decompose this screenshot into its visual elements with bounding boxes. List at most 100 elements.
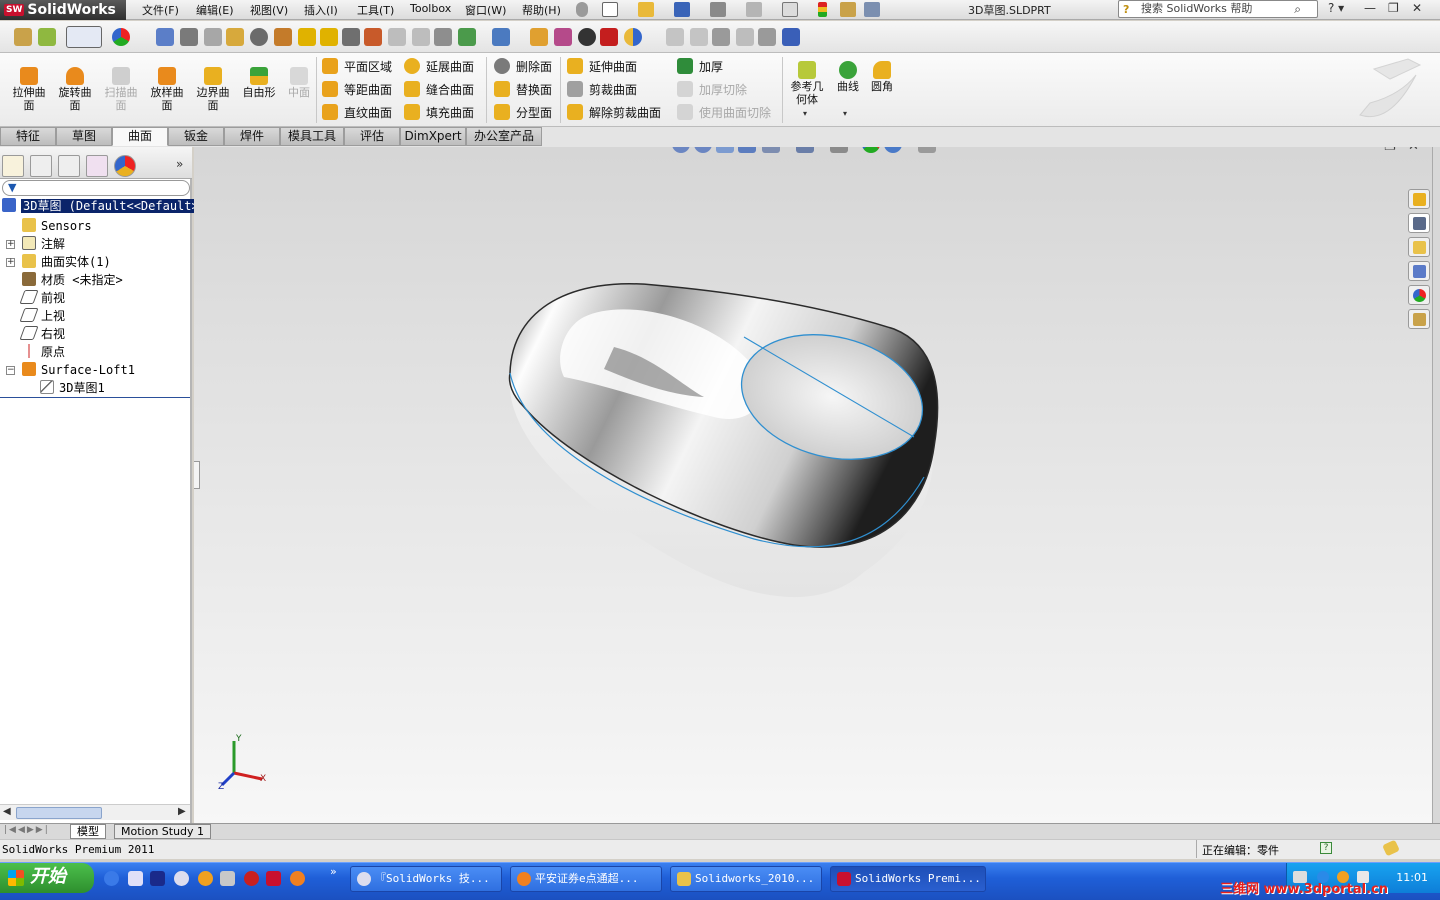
geometry-analysis-icon[interactable]: [320, 28, 338, 46]
anchor-icon[interactable]: [150, 871, 165, 886]
viewport-minimize-button[interactable]: —: [1360, 147, 1373, 154]
feature-tree-tab-icon[interactable]: [2, 155, 24, 177]
extend-surface-button[interactable]: 延伸曲面: [567, 58, 637, 75]
custom-properties-button[interactable]: [1408, 309, 1430, 329]
tab-motion-study[interactable]: Motion Study 1: [114, 824, 212, 839]
dimxpert-manager-tab-icon[interactable]: [86, 155, 108, 177]
print-icon[interactable]: [710, 2, 726, 17]
options-icon[interactable]: [864, 2, 880, 17]
property-manager-tab-icon[interactable]: [30, 155, 52, 177]
help-dropdown-icon[interactable]: ? ▾: [1328, 1, 1344, 15]
trim-surface-button[interactable]: 剪裁曲面: [567, 81, 637, 98]
solidworks-resources-button[interactable]: [1408, 189, 1430, 209]
boundary-surface-button[interactable]: 边界曲面: [192, 67, 234, 112]
tab-evaluate[interactable]: 评估: [344, 127, 400, 146]
tab-sketch[interactable]: 草图: [56, 127, 112, 146]
browser-icon[interactable]: [174, 871, 189, 886]
tree-item-surface-loft1[interactable]: Surface-Loft1: [22, 361, 135, 379]
menu-file[interactable]: 文件(F): [142, 2, 179, 18]
taskbar-button-folder[interactable]: Solidworks_2010...: [670, 866, 822, 892]
start-button[interactable]: 开始: [0, 863, 94, 893]
menu-insert[interactable]: 插入(I): [304, 2, 338, 18]
scroll-right-icon[interactable]: ▶: [178, 806, 186, 817]
tree-item-front-plane[interactable]: 前视: [19, 289, 65, 307]
taskbar-button-solidworks[interactable]: SolidWorks Premi...: [830, 866, 986, 892]
zoom-to-area-icon[interactable]: [694, 147, 712, 153]
open-folder-icon[interactable]: [638, 2, 654, 17]
zoom-to-fit-icon[interactable]: [672, 147, 690, 153]
expand-panel-icon[interactable]: »: [176, 157, 183, 171]
zebra-stripes-icon[interactable]: [554, 28, 572, 46]
rollback-bar[interactable]: [0, 397, 190, 398]
undo-icon[interactable]: [746, 2, 762, 17]
outlook-icon[interactable]: [128, 871, 143, 886]
tab-sheet-metal[interactable]: 钣金: [168, 127, 224, 146]
view-settings-icon[interactable]: [918, 147, 936, 153]
rebuild-tag-icon[interactable]: [1382, 839, 1400, 857]
mid-surface-button[interactable]: 中面: [282, 67, 316, 99]
expand-toggle[interactable]: +: [6, 258, 15, 267]
solidworks-logo[interactable]: SW SolidWorks: [0, 0, 126, 20]
file-properties-icon[interactable]: [840, 2, 856, 17]
viewport-close-button[interactable]: ✕: [1408, 147, 1419, 154]
symmetry-check-icon[interactable]: [600, 28, 618, 46]
edit-appearance-icon[interactable]: [862, 147, 880, 153]
tab-model[interactable]: 模型: [70, 824, 106, 839]
quicklaunch-more-icon[interactable]: »: [330, 865, 337, 878]
part-icon[interactable]: [38, 28, 56, 46]
scroll-left-icon[interactable]: ◀: [3, 806, 11, 817]
curves-button[interactable]: 曲线: [834, 61, 862, 93]
tree-item-top-plane[interactable]: 上视: [19, 307, 65, 325]
menu-edit[interactable]: 编辑(E): [196, 2, 234, 18]
tab-weldments[interactable]: 焊件: [224, 127, 280, 146]
surface-cut-button[interactable]: 使用曲面切除: [677, 104, 771, 121]
close-button[interactable]: ✕: [1412, 1, 1422, 15]
section-view-icon[interactable]: [738, 147, 756, 153]
mass-properties-icon[interactable]: [204, 28, 222, 46]
import-diagnosis-icon[interactable]: [364, 28, 382, 46]
panel-collapse-handle[interactable]: [194, 461, 200, 489]
select-pointer-icon[interactable]: [782, 2, 798, 17]
tab-mold-tools[interactable]: 模具工具: [280, 127, 344, 146]
appearances-button[interactable]: [1408, 285, 1430, 305]
hatch-tool-icon[interactable]: [736, 28, 754, 46]
taskbar-button-securities[interactable]: 平安证券e点通超...: [510, 866, 662, 892]
appearance-icon[interactable]: [112, 28, 130, 46]
extruded-surface-button[interactable]: 拉伸曲面: [8, 67, 50, 112]
section-properties-icon[interactable]: [226, 28, 244, 46]
knit-surface-button[interactable]: 缝合曲面: [404, 81, 474, 98]
tree-item-surface-bodies[interactable]: 曲面实体(1): [22, 253, 111, 271]
filled-surface-button[interactable]: 填充曲面: [404, 104, 474, 121]
tab-surfaces[interactable]: 曲面: [112, 127, 168, 146]
viewport-restore-button[interactable]: ❐: [1384, 147, 1396, 154]
tree-item-right-plane[interactable]: 右视: [19, 325, 65, 343]
tab-nav-arrows-icon[interactable]: |◀◀▶▶|: [4, 825, 50, 835]
menu-view[interactable]: 视图(V): [250, 2, 288, 18]
tree-item-sensors[interactable]: Sensors: [22, 217, 92, 235]
design-checker-icon[interactable]: [624, 28, 642, 46]
restore-button[interactable]: ❐: [1388, 1, 1399, 15]
revolved-surface-button[interactable]: 旋转曲面: [54, 67, 96, 112]
configuration-manager-tab-icon[interactable]: [58, 155, 80, 177]
untrim-surface-button[interactable]: 解除剪裁曲面: [567, 104, 661, 121]
sensor-icon[interactable]: [250, 28, 268, 46]
compare-documents-icon[interactable]: [492, 28, 510, 46]
menu-window[interactable]: 窗口(W): [465, 2, 506, 18]
tree-item-annotations[interactable]: 注解: [22, 235, 65, 253]
tree-item-3d-sketch1[interactable]: 3D草图1: [40, 379, 105, 397]
tree-item-origin[interactable]: 原点: [22, 343, 65, 361]
parting-surface-button[interactable]: 分型面: [494, 104, 552, 121]
rebuild-traffic-light-icon[interactable]: [818, 2, 827, 17]
app-icon[interactable]: [198, 871, 213, 886]
pin-icon[interactable]: [576, 2, 588, 17]
solidworks-quicklaunch-icon[interactable]: [266, 871, 281, 886]
freeform-button[interactable]: 自由形: [238, 67, 280, 99]
graphics-area[interactable]: — ❐ ✕: [194, 147, 1432, 823]
radiate-surface-button[interactable]: 延展曲面: [404, 58, 474, 75]
red-app-icon[interactable]: [244, 871, 259, 886]
display-manager-tab-icon[interactable]: [114, 155, 136, 177]
reference-geometry-button[interactable]: 参考几何体: [788, 61, 826, 106]
notepad-icon[interactable]: [220, 871, 235, 886]
draft-analysis-icon[interactable]: [388, 28, 406, 46]
offset-surface-button[interactable]: 等距曲面: [322, 81, 392, 98]
